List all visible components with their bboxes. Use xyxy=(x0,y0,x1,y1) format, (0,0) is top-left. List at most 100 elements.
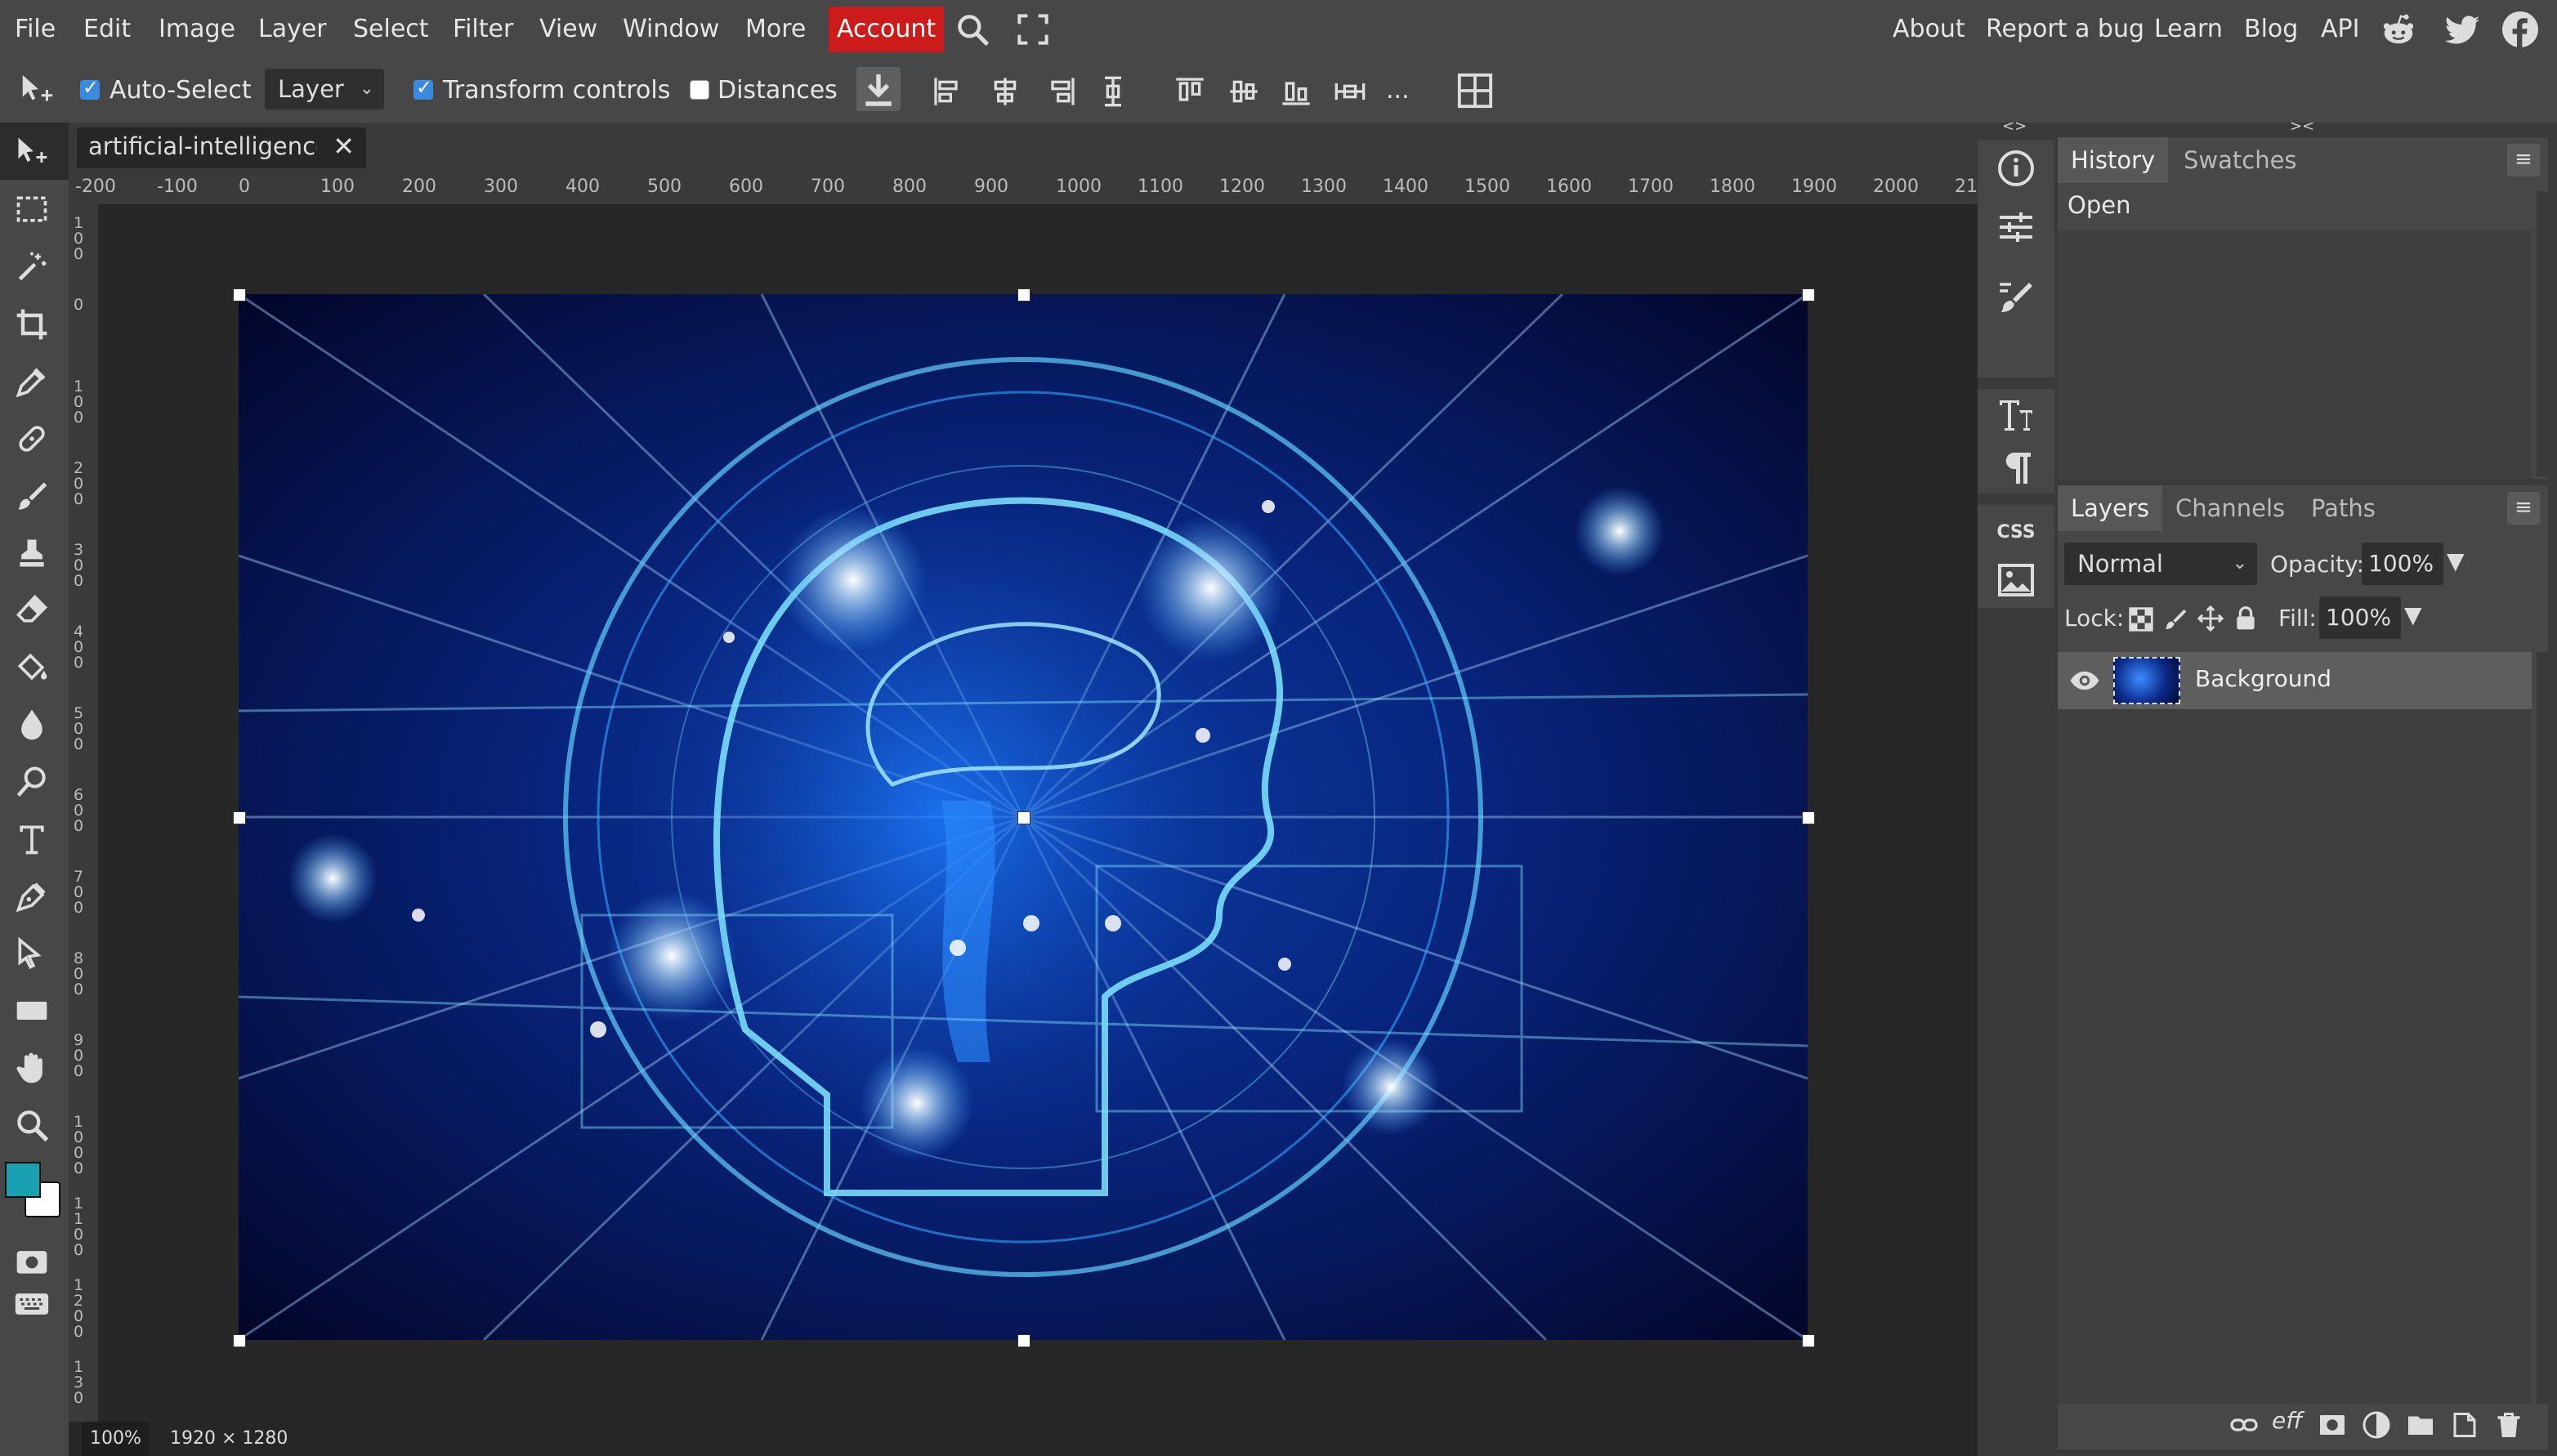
character-icon[interactable] xyxy=(1996,395,2036,435)
paint-bucket-tool[interactable] xyxy=(0,637,69,695)
link-report-bug[interactable]: Report a bug xyxy=(1986,0,2144,59)
menu-layer[interactable]: Layer xyxy=(258,0,327,59)
paragraph-icon[interactable] xyxy=(1996,448,2036,487)
transform-handle-r[interactable] xyxy=(1802,811,1815,824)
layer-row[interactable]: Background xyxy=(2058,652,2532,709)
auto-select-checkbox[interactable] xyxy=(80,76,100,100)
dodge-tool[interactable] xyxy=(0,752,69,809)
fullscreen-icon[interactable] xyxy=(1017,13,1049,46)
shape-tool[interactable] xyxy=(0,980,69,1038)
healing-brush-tool[interactable] xyxy=(0,409,69,466)
lock-all-icon[interactable] xyxy=(2233,605,2259,632)
quick-mask-tool[interactable] xyxy=(0,1240,69,1281)
hand-tool[interactable] xyxy=(0,1038,69,1095)
fill-input[interactable]: 100% xyxy=(2319,596,2401,639)
type-tool[interactable] xyxy=(0,809,69,866)
eraser-tool[interactable] xyxy=(0,580,69,637)
opacity-input[interactable]: 100% xyxy=(2362,543,2443,585)
blend-mode-dropdown[interactable]: Normal ⌄ xyxy=(2064,543,2257,585)
brush-settings-icon[interactable] xyxy=(1996,278,2036,317)
fill-dropdown-icon[interactable]: ▼ xyxy=(2404,601,2422,628)
facebook-icon[interactable] xyxy=(2501,10,2540,49)
menu-image[interactable]: Image xyxy=(159,0,235,59)
tab-history[interactable]: History xyxy=(2058,137,2169,183)
eye-icon[interactable] xyxy=(2069,665,2100,696)
adjustment-layer-icon[interactable] xyxy=(2362,1410,2391,1440)
tab-layers[interactable]: Layers xyxy=(2058,485,2162,531)
close-icon[interactable]: ✕ xyxy=(333,131,355,162)
transform-handle-br[interactable] xyxy=(1802,1334,1815,1347)
document-tab[interactable]: artificial-intelligence ✕ xyxy=(77,127,366,168)
distances-checkbox[interactable] xyxy=(690,80,709,100)
link-blog[interactable]: Blog xyxy=(2244,0,2298,59)
brush-tool[interactable] xyxy=(0,466,69,523)
lock-transparency-icon[interactable] xyxy=(2128,606,2154,632)
opacity-dropdown-icon[interactable]: ▼ xyxy=(2447,547,2465,574)
add-mask-icon[interactable] xyxy=(2318,1410,2347,1440)
link-learn[interactable]: Learn xyxy=(2154,0,2223,59)
move-tool[interactable] xyxy=(0,123,69,180)
marquee-tool[interactable] xyxy=(0,180,69,237)
tab-swatches[interactable]: Swatches xyxy=(2170,137,2310,183)
delete-layer-icon[interactable] xyxy=(2494,1410,2523,1440)
new-group-icon[interactable] xyxy=(2406,1410,2435,1440)
layer-select-dropdown[interactable]: Layer ⌄ xyxy=(265,69,384,109)
menu-more[interactable]: More xyxy=(745,0,806,59)
lock-pixels-icon[interactable] xyxy=(2162,606,2188,632)
blur-tool[interactable] xyxy=(0,695,69,752)
twitter-icon[interactable] xyxy=(2443,11,2481,49)
collapse-left-toggle[interactable]: <> xyxy=(2002,118,2027,135)
align-hcenter-icon[interactable] xyxy=(989,75,1021,108)
history-item-open[interactable]: Open xyxy=(2058,183,2532,230)
transform-handle-l[interactable] xyxy=(233,811,246,824)
layers-scrollbar[interactable] xyxy=(2537,652,2548,1404)
pen-tool[interactable] xyxy=(0,866,69,923)
tab-channels[interactable]: Channels xyxy=(2162,485,2298,531)
tab-paths[interactable]: Paths xyxy=(2298,485,2389,531)
align-bottom-icon[interactable] xyxy=(1280,75,1312,108)
menu-file[interactable]: File xyxy=(15,0,56,59)
path-select-tool[interactable] xyxy=(0,923,69,980)
transform-handle-bl[interactable] xyxy=(233,1334,246,1347)
align-vcenter-icon[interactable] xyxy=(1227,75,1260,108)
transform-handle-tl[interactable] xyxy=(233,288,246,301)
link-layers-icon[interactable] xyxy=(2229,1410,2259,1440)
info-icon[interactable] xyxy=(1996,149,2036,188)
transform-handle-center[interactable] xyxy=(1017,811,1030,824)
menu-select[interactable]: Select xyxy=(353,0,429,59)
more-options[interactable]: ... xyxy=(1386,74,1410,107)
menu-filter[interactable]: Filter xyxy=(453,0,513,59)
magic-wand-tool[interactable] xyxy=(0,237,69,294)
download-icon[interactable] xyxy=(856,67,901,111)
eyedropper-tool[interactable] xyxy=(0,351,69,409)
menu-view[interactable]: View xyxy=(539,0,597,59)
keyboard-tool[interactable] xyxy=(0,1283,69,1324)
history-scrollbar[interactable] xyxy=(2537,191,2548,477)
transform-handle-tr[interactable] xyxy=(1802,288,1815,301)
align-right-icon[interactable] xyxy=(1044,75,1077,108)
transform-controls-checkbox[interactable] xyxy=(414,76,433,100)
account-button[interactable]: Account xyxy=(829,7,945,52)
search-icon[interactable] xyxy=(954,11,990,47)
grid-icon[interactable] xyxy=(1456,72,1494,109)
layer-effects-button[interactable]: eff xyxy=(2272,1407,2302,1434)
layers-menu-button[interactable]: ≡ xyxy=(2507,492,2540,525)
link-about[interactable]: About xyxy=(1893,0,1965,59)
crop-tool[interactable] xyxy=(0,294,69,351)
adjustments-icon[interactable] xyxy=(1996,208,2036,247)
reddit-icon[interactable] xyxy=(2380,11,2417,49)
image-icon[interactable] xyxy=(1996,561,2036,600)
menu-edit[interactable]: Edit xyxy=(83,0,131,59)
align-top-icon[interactable] xyxy=(1173,75,1206,108)
stamp-tool[interactable] xyxy=(0,523,69,580)
new-layer-icon[interactable] xyxy=(2450,1410,2479,1440)
transform-handle-b[interactable] xyxy=(1017,1334,1030,1347)
zoom-tool[interactable] xyxy=(0,1095,69,1152)
align-left-icon[interactable] xyxy=(932,75,964,108)
distribute-horizontal-icon[interactable] xyxy=(1097,75,1129,108)
foreground-color-swatch[interactable] xyxy=(5,1162,41,1198)
zoom-level[interactable]: 100% xyxy=(82,1422,150,1456)
css-icon[interactable]: CSS xyxy=(1996,513,2036,552)
lock-position-icon[interactable] xyxy=(2197,605,2224,632)
transform-handle-t[interactable] xyxy=(1017,288,1030,301)
